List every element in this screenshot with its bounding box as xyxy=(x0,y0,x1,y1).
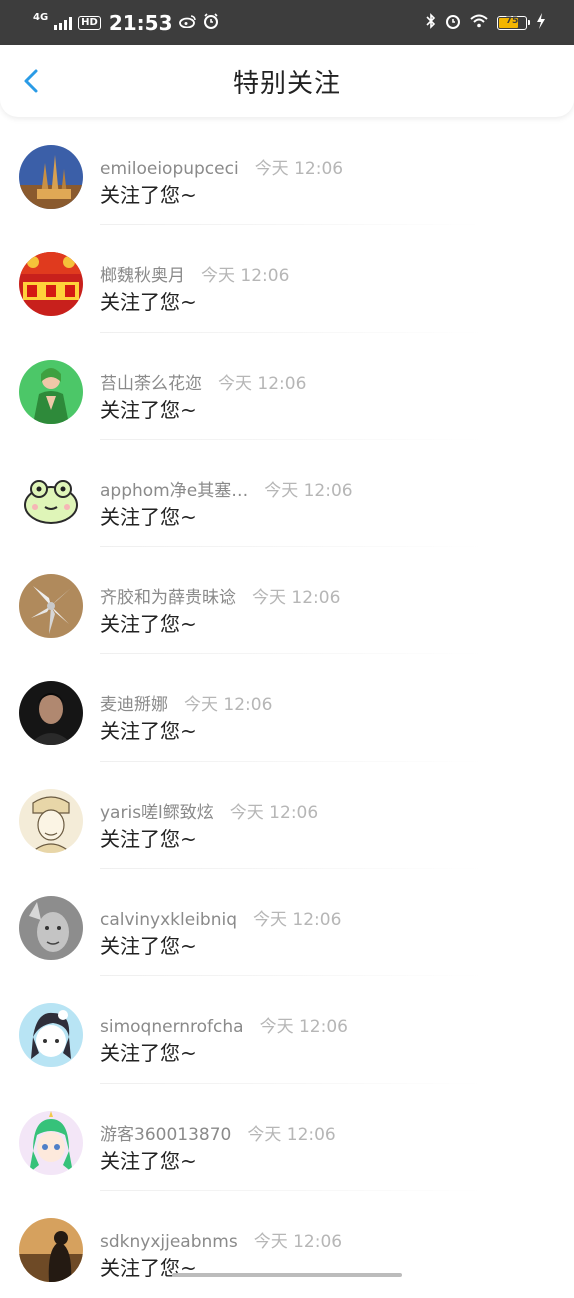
message-text: 关注了您~ xyxy=(100,504,197,529)
user-name[interactable]: 齐胶和为薛贵昧谂 xyxy=(100,583,236,608)
item-header: 苔山荼么花迩 今天 12:06 xyxy=(100,369,306,394)
user-name[interactable]: simoqnernrofcha xyxy=(100,1017,244,1037)
avatar[interactable] xyxy=(19,1003,83,1068)
status-time: 21:53 xyxy=(108,10,173,35)
list-item[interactable]: 榔魏秋奥月 今天 12:06 关注了您~ xyxy=(0,225,574,333)
list-item[interactable]: 齐胶和为薛贵昧谂 今天 12:06 关注了您~ xyxy=(0,547,574,655)
battery-icon: 75 xyxy=(497,15,530,30)
avatar[interactable] xyxy=(19,466,83,531)
timestamp: 今天 12:06 xyxy=(254,159,344,179)
list-item[interactable]: sdknyxjjeabnms 今天 12:06 关注了您~ xyxy=(0,1191,574,1298)
timestamp: 今天 12:06 xyxy=(259,1017,348,1038)
user-name[interactable]: calvinyxkleibniq xyxy=(100,910,237,930)
avatar[interactable] xyxy=(19,896,83,961)
status-left: 4G HD 21:53 xyxy=(33,11,219,35)
user-name[interactable]: 麦迪掰娜 xyxy=(100,690,168,715)
list-item[interactable]: apphom净e其塞… 今天 12:06 关注了您~ xyxy=(0,440,574,548)
user-name[interactable]: sdknyxjjeabnms xyxy=(100,1232,238,1252)
avatar[interactable] xyxy=(19,1110,83,1175)
item-header: 齐胶和为薛贵昧谂 今天 12:06 xyxy=(100,583,340,608)
hd-badge: HD xyxy=(78,15,101,30)
weibo-icon xyxy=(178,13,197,32)
item-header: simoqnernrofcha 今天 12:06 xyxy=(100,1012,348,1037)
message-text: 关注了您~ xyxy=(100,719,197,744)
timestamp: 今天 12:06 xyxy=(218,373,307,394)
timestamp: 今天 12:06 xyxy=(253,1231,343,1252)
status-right: 75 xyxy=(426,12,546,33)
message-text: 关注了您~ xyxy=(100,183,197,207)
timestamp: 今天 12:06 xyxy=(201,266,290,287)
timestamp: 今天 12:06 xyxy=(229,802,319,823)
signal-icon xyxy=(54,16,73,30)
network-type: 4G xyxy=(33,11,49,23)
list-item[interactable]: yaris嗟l鳏致炫 今天 12:06 关注了您~ xyxy=(0,762,574,870)
timestamp: 今天 12:06 xyxy=(247,1124,336,1145)
timestamp: 今天 12:06 xyxy=(264,480,353,501)
list-item[interactable]: emiloeiopupceci 今天 12:06 关注了您~ xyxy=(0,118,574,226)
item-header: calvinyxkleibniq 今天 12:06 xyxy=(100,905,341,930)
avatar[interactable] xyxy=(19,145,83,209)
header-bar: 特别关注 xyxy=(0,45,574,117)
home-indicator[interactable] xyxy=(172,1273,402,1277)
avatar[interactable] xyxy=(19,681,83,746)
battery-percent: 75 xyxy=(505,15,519,26)
message-text: 关注了您~ xyxy=(100,612,197,637)
item-header: emiloeiopupceci 今天 12:06 xyxy=(100,154,343,179)
avatar[interactable] xyxy=(19,574,83,639)
message-text: 关注了您~ xyxy=(100,290,197,315)
status-bar: 4G HD 21:53 75 xyxy=(0,0,574,45)
user-name[interactable]: 游客360013870 xyxy=(100,1120,231,1145)
avatar[interactable] xyxy=(19,1217,83,1282)
wifi-icon xyxy=(470,13,488,32)
alarm-icon xyxy=(203,12,219,33)
item-header: yaris嗟l鳏致炫 今天 12:06 xyxy=(100,798,318,823)
user-name[interactable]: apphom净e其塞… xyxy=(100,476,248,501)
message-text: 关注了您~ xyxy=(100,1041,197,1066)
item-header: 游客360013870 今天 12:06 xyxy=(100,1120,336,1145)
message-text: 关注了您~ xyxy=(100,1148,197,1173)
bluetooth-icon xyxy=(426,12,436,33)
avatar[interactable] xyxy=(19,788,83,853)
alarm-icon xyxy=(445,13,461,33)
user-name[interactable]: yaris嗟l鳏致炫 xyxy=(100,798,214,823)
page-title: 特别关注 xyxy=(232,68,341,99)
list-item[interactable]: simoqnernrofcha 今天 12:06 关注了您~ xyxy=(0,976,574,1084)
list-item[interactable]: 游客360013870 今天 12:06 关注了您~ xyxy=(0,1084,574,1191)
list-item[interactable]: 苔山荼么花迩 今天 12:06 关注了您~ xyxy=(0,333,574,440)
item-header: apphom净e其塞… 今天 12:06 xyxy=(100,476,353,501)
list-item[interactable]: 麦迪掰娜 今天 12:06 关注了您~ xyxy=(0,654,574,762)
user-name[interactable]: emiloeiopupceci xyxy=(100,159,239,179)
chevron-left-icon[interactable] xyxy=(18,67,46,95)
list-item[interactable]: calvinyxkleibniq 今天 12:06 关注了您~ xyxy=(0,869,574,977)
user-name[interactable]: 苔山荼么花迩 xyxy=(100,369,202,394)
item-header: 榔魏秋奥月 今天 12:06 xyxy=(100,261,289,286)
message-text: 关注了您~ xyxy=(100,397,197,422)
message-text: 关注了您~ xyxy=(100,826,197,851)
item-header: sdknyxjjeabnms 今天 12:06 xyxy=(100,1227,342,1252)
user-name[interactable]: 榔魏秋奥月 xyxy=(100,261,185,286)
avatar[interactable] xyxy=(19,359,83,424)
timestamp: 今天 12:06 xyxy=(184,695,273,716)
timestamp: 今天 12:06 xyxy=(252,588,341,609)
avatar[interactable] xyxy=(19,252,83,317)
back-button[interactable] xyxy=(18,67,46,95)
message-text: 关注了您~ xyxy=(100,934,197,959)
charging-icon xyxy=(536,12,546,33)
timestamp: 今天 12:06 xyxy=(253,910,342,931)
notification-list: emiloeiopupceci 今天 12:06 关注了您~ 榔魏秋奥月 今天 … xyxy=(0,118,574,1298)
item-header: 麦迪掰娜 今天 12:06 xyxy=(100,690,272,715)
